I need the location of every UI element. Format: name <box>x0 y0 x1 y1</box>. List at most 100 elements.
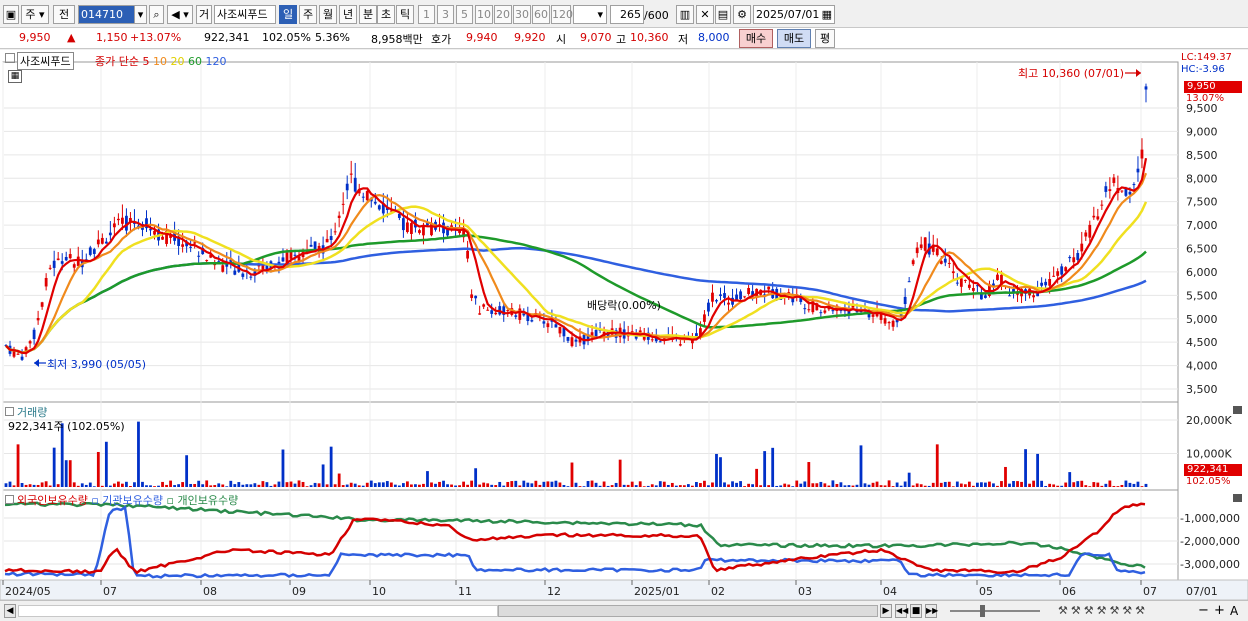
drawing-tools[interactable]: ⚒⚒⚒⚒⚒⚒⚒ <box>1058 604 1148 617</box>
interval-60[interactable]: 60 <box>532 5 550 24</box>
volume-panel-close-icon[interactable] <box>1233 406 1242 414</box>
volume-bar <box>899 485 903 487</box>
interval-1[interactable]: 1 <box>418 5 435 24</box>
chevron-down-icon[interactable]: ▾ <box>134 5 147 24</box>
interval-5[interactable]: 5 <box>456 5 473 24</box>
tab-day[interactable]: 일 <box>279 5 297 24</box>
bottom-scrollbar[interactable]: ◀ ▶ ◀◀ ■ ▶▶ ⚒⚒⚒⚒⚒⚒⚒ − + A <box>0 600 1248 621</box>
candle-body <box>233 270 237 275</box>
ma-legend[interactable]: 종가 단순 5 10 20 60 120 <box>95 53 226 69</box>
candle-body <box>1108 189 1112 192</box>
prev-button[interactable]: 전 <box>53 5 75 24</box>
rewind-icon[interactable]: ◀◀ <box>895 604 908 618</box>
volume-bar <box>1128 482 1132 487</box>
interval-120[interactable]: 120 <box>551 5 573 24</box>
volume-bar <box>32 484 36 487</box>
stock-tag[interactable]: 사조씨푸드 <box>17 52 74 70</box>
interval-3[interactable]: 3 <box>437 5 454 24</box>
calculator-icon[interactable]: ▦ <box>8 70 22 83</box>
sell-button[interactable]: 매도 <box>777 29 811 48</box>
count-input[interactable]: 265 <box>610 5 644 24</box>
custom-interval-select[interactable]: ▾ <box>573 5 607 24</box>
candle-body <box>92 249 96 254</box>
volume-bar <box>586 481 590 487</box>
price-tick-label: 8,000 <box>1186 172 1218 185</box>
fast-forward-icon[interactable]: ▶▶ <box>925 604 938 618</box>
volume-bar <box>510 481 514 487</box>
font-size-icon[interactable]: A <box>1230 604 1238 618</box>
sound-icon[interactable]: ◀ ▾ <box>167 5 193 24</box>
candle-body <box>1052 275 1056 277</box>
zoom-in-icon[interactable]: + <box>1214 603 1225 618</box>
holding-panel-toggle-icon[interactable] <box>5 495 14 504</box>
chart-canvas[interactable]: 9,5009,0008,5008,0007,5007,0006,5006,000… <box>0 50 1248 601</box>
buy-button[interactable]: 매수 <box>739 29 773 48</box>
gear-icon[interactable]: ⚙ <box>733 5 751 24</box>
candle-body <box>542 321 546 324</box>
zoom-out-icon[interactable]: − <box>1198 603 1209 618</box>
broker-button[interactable]: 거 <box>196 5 212 24</box>
interval-20[interactable]: 20 <box>494 5 512 24</box>
volume-bar <box>614 482 618 487</box>
volume-bar <box>406 481 409 487</box>
volume-bar <box>285 482 289 487</box>
volume-bar <box>831 480 835 487</box>
window-icon[interactable]: ▣ <box>3 5 19 24</box>
period-select-label: 주 <box>25 8 36 21</box>
period-select[interactable]: 주 ▾ <box>21 5 49 24</box>
zoom-slider[interactable] <box>950 610 1040 612</box>
tool-icon[interactable]: ✕ <box>696 5 714 24</box>
panel-toggle-icon[interactable] <box>5 53 15 63</box>
eval-button[interactable]: 평 <box>815 29 835 48</box>
volume-bar <box>233 484 237 487</box>
volume-bar <box>875 481 879 487</box>
volume-bar <box>863 483 867 487</box>
volume-bar <box>462 481 465 487</box>
volume-bar <box>695 481 698 487</box>
volume-bar <box>618 459 622 487</box>
x-axis-label: 12 <box>547 585 561 598</box>
tab-month[interactable]: 월 <box>319 5 337 24</box>
volume-bar <box>470 480 474 487</box>
tab-week[interactable]: 주 <box>299 5 317 24</box>
volume-bar <box>963 484 967 487</box>
tab-year[interactable]: 년 <box>339 5 357 24</box>
volume-bar <box>763 451 767 487</box>
zoom-slider-handle[interactable] <box>980 605 985 617</box>
open-label: 시 <box>556 33 567 46</box>
scroll-left-icon[interactable]: ◀ <box>4 604 16 618</box>
candle-body <box>249 276 253 278</box>
volume-bar <box>88 482 92 487</box>
volume-bar <box>939 482 943 487</box>
save-icon[interactable]: ▤ <box>715 5 731 24</box>
candle-body <box>1140 149 1144 159</box>
volume-bar <box>819 481 823 487</box>
calendar-icon[interactable]: ▦ <box>822 6 832 23</box>
candle-body <box>558 326 562 334</box>
interval-30[interactable]: 30 <box>513 5 531 24</box>
volume-bar <box>775 485 779 487</box>
stop-icon[interactable]: ■ <box>910 604 922 618</box>
date-input[interactable]: 2025/07/01 ▦ <box>753 5 835 24</box>
interval-10[interactable]: 10 <box>475 5 493 24</box>
scroll-track[interactable] <box>18 605 498 617</box>
volume-bar <box>1080 480 1084 487</box>
stock-code-input[interactable]: 014710 <box>78 5 136 24</box>
stock-name-field[interactable]: 사조씨푸드 <box>214 5 276 24</box>
search-icon[interactable]: ⌕ <box>149 5 164 24</box>
tab-tick[interactable]: 틱 <box>396 5 414 24</box>
tab-minute[interactable]: 분 <box>359 5 377 24</box>
scroll-right-icon[interactable]: ▶ <box>880 604 892 618</box>
volume-panel-toggle-icon[interactable] <box>5 407 14 416</box>
holding-panel-close-icon[interactable] <box>1233 494 1242 502</box>
volume-bar <box>1084 485 1088 487</box>
volume-bar <box>943 481 947 487</box>
chart-type-icon[interactable]: ▥ <box>676 5 694 24</box>
volume-bar <box>546 481 550 487</box>
tab-second[interactable]: 초 <box>377 5 395 24</box>
volume-bar <box>293 483 297 487</box>
volume-bar <box>357 485 361 487</box>
volume-bar <box>1100 485 1104 487</box>
scroll-thumb[interactable] <box>498 605 878 617</box>
x-axis-label: 03 <box>798 585 812 598</box>
